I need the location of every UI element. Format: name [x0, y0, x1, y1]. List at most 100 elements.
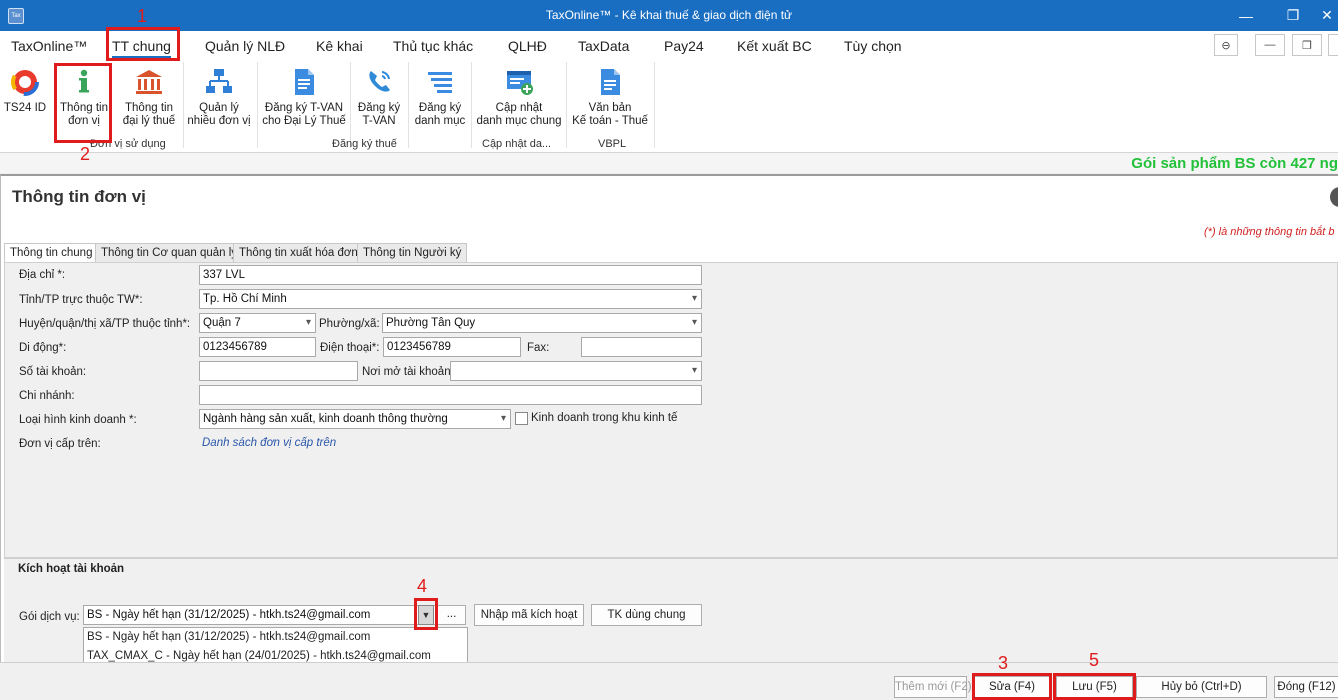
menu-tt-chung[interactable]: TT chung: [112, 38, 171, 58]
province-label: Tỉnh/TP trực thuộc TW*:: [19, 294, 143, 306]
page-title: Thông tin đơn vị: [12, 187, 146, 206]
business-type-select[interactable]: Ngành hàng sản xuất, kinh doanh thông th…: [199, 409, 511, 429]
enter-activation-code-button[interactable]: Nhập mã kích hoạt: [474, 604, 584, 626]
mdi-minimize-button[interactable]: —: [1255, 34, 1285, 56]
district-label: Huyện/quận/thị xã/TP thuộc tỉnh*:: [19, 318, 191, 330]
collapse-ribbon-button[interactable]: ⊖: [1214, 34, 1238, 56]
fax-label: Fax:: [527, 342, 550, 354]
legal-doc-icon: [595, 67, 625, 97]
org-chart-icon: [204, 67, 234, 97]
menu-bar: TaxOnline™ TT chung Quản lý NLĐ Kê khai …: [0, 31, 1338, 59]
service-select[interactable]: BS - Ngày hết hạn (31/12/2025) - htkh.ts…: [83, 605, 436, 625]
address-label: Địa chỉ *:: [19, 269, 66, 281]
ribbon: TS24 ID Thông tin đơn vị Thông tin đại l…: [0, 59, 1338, 153]
minimize-window-button[interactable]: —: [1223, 0, 1269, 31]
tab-co-quan-quan-ly[interactable]: Thông tin Cơ quan quản lý: [95, 243, 244, 263]
required-note: (*) là những thông tin bắt b: [1204, 226, 1335, 238]
bank-label: Nơi mở tài khoản:: [362, 366, 454, 378]
ellipsis-button[interactable]: ...: [437, 605, 466, 625]
thong-tin-don-vi-button[interactable]: Thông tin đơn vị: [57, 59, 111, 128]
cancel-button[interactable]: Hủy bỏ (Ctrl+D): [1136, 676, 1267, 698]
fax-field[interactable]: [581, 337, 702, 357]
save-button[interactable]: Lưu (F5): [1056, 676, 1133, 698]
economic-zone-checkbox[interactable]: [515, 412, 528, 425]
cap-nhat-danh-muc-chung-button[interactable]: Cập nhật danh mục chung: [476, 59, 562, 128]
tab-xuat-hoa-don[interactable]: Thông tin xuất hóa đơn: [233, 243, 364, 263]
promo-text: Gói sản phẩm BS còn 427 ng: [1131, 155, 1338, 172]
mobile-label: Di động*:: [19, 342, 67, 354]
ribbon-separator: [471, 62, 472, 148]
parent-unit-link[interactable]: Danh sách đơn vị cấp trên: [202, 437, 336, 449]
document-icon: [289, 67, 319, 97]
annotation-number: 1: [137, 6, 148, 26]
close-button[interactable]: Đóng (F12): [1274, 676, 1338, 698]
province-select[interactable]: Tp. Hồ Chí Minh: [199, 289, 702, 309]
service-option[interactable]: TAX_CMAX_C - Ngày hết hạn (24/01/2025) -…: [87, 650, 431, 662]
dang-ky-tvan-button[interactable]: Đăng ký T-VAN: [354, 59, 404, 128]
quan-ly-nhieu-don-vi-button[interactable]: Quản lý nhiều đơn vị: [186, 59, 252, 128]
account-no-label: Số tài khoản:: [19, 366, 87, 378]
menu-ket-xuat-bc[interactable]: Kết xuất BC: [737, 38, 812, 54]
ribbon-label: Đăng ký T-VAN: [357, 102, 401, 127]
ribbon-separator: [654, 62, 655, 148]
ribbon-group-label: Đơn vị sử dụng: [90, 138, 166, 150]
mdi-close-button[interactable]: [1328, 34, 1338, 56]
ribbon-separator: [350, 62, 351, 148]
economic-zone-label: Kinh doanh trong khu kinh tế: [531, 412, 678, 424]
ward-select[interactable]: Phường Tân Quy: [382, 313, 702, 333]
annotation-number: 2: [80, 144, 91, 164]
dang-ky-danh-muc-button[interactable]: Đăng ký danh mục: [413, 59, 467, 128]
account-no-field[interactable]: [199, 361, 358, 381]
menu-taxdata[interactable]: TaxData: [578, 38, 629, 54]
annotation-number: 4: [417, 576, 428, 596]
menu-ke-khai[interactable]: Kê khai: [316, 38, 363, 54]
bank-select[interactable]: [450, 361, 702, 381]
shared-account-button[interactable]: TK dùng chung: [591, 604, 702, 626]
ts24-id-button[interactable]: TS24 ID: [2, 59, 48, 115]
address-field[interactable]: 337 LVL: [199, 265, 702, 285]
ribbon-label: Thông tin đại lý thuế: [122, 102, 176, 127]
business-type-label: Loại hình kinh doanh *:: [19, 414, 137, 426]
update-catalog-icon: [504, 67, 534, 97]
parent-unit-label: Đơn vị cấp trên:: [19, 438, 101, 450]
menu-pay24[interactable]: Pay24: [664, 38, 704, 54]
add-new-button[interactable]: Thêm mới (F2): [894, 676, 972, 698]
close-window-button[interactable]: ✕: [1316, 0, 1338, 31]
window-title: TaxOnline™ - Kê khai thuế & giao dịch đi…: [545, 8, 793, 22]
phone-icon: [364, 67, 394, 97]
dang-ky-tvan-dai-ly-button[interactable]: Đăng ký T-VAN cho Đại Lý Thuế: [262, 59, 346, 128]
phone-label: Điện thoại*:: [320, 342, 380, 354]
district-select[interactable]: Quận 7: [199, 313, 316, 333]
ribbon-label: Văn bản Kế toán - Thuế: [572, 102, 648, 127]
ribbon-separator: [566, 62, 567, 148]
ribbon-group-label: Cập nhật da...: [482, 138, 552, 150]
menu-thu-tuc-khac[interactable]: Thủ tục khác: [393, 38, 473, 54]
phone-field[interactable]: 0123456789: [383, 337, 521, 357]
chevron-down-icon[interactable]: ▼: [418, 605, 434, 625]
mdi-restore-button[interactable]: ❐: [1292, 34, 1322, 56]
branch-field[interactable]: [199, 385, 702, 405]
ribbon-label: Cập nhật danh mục chung: [476, 102, 562, 127]
menu-tuy-chon[interactable]: Tùy chọn: [844, 38, 902, 54]
title-bar: Tax TaxOnline™ - Kê khai thuế & giao dịc…: [0, 0, 1338, 31]
mobile-field[interactable]: 0123456789: [199, 337, 316, 357]
menu-quan-ly-nld[interactable]: Quản lý NLĐ: [205, 38, 285, 54]
tab-nguoi-ky[interactable]: Thông tin Người ký: [357, 243, 468, 263]
menu-qlhd[interactable]: QLHĐ: [508, 38, 547, 54]
ribbon-separator: [183, 62, 184, 148]
van-ban-ke-toan-thue-button[interactable]: Văn bản Kế toán - Thuế: [570, 59, 650, 128]
menu-taxonline[interactable]: TaxOnline™: [11, 38, 87, 54]
annotation-number: 5: [1089, 650, 1100, 670]
thong-tin-dai-ly-thue-button[interactable]: Thông tin đại lý thuế: [118, 59, 180, 128]
activation-title: Kích hoạt tài khoản: [18, 563, 125, 575]
ward-label: Phường/xã:: [319, 318, 380, 330]
service-option[interactable]: BS - Ngày hết hạn (31/12/2025) - htkh.ts…: [87, 631, 370, 643]
restore-window-button[interactable]: ❐: [1270, 0, 1316, 31]
ts24-logo-icon: [10, 67, 40, 97]
ribbon-label: Đăng ký danh mục: [414, 102, 466, 127]
branch-label: Chi nhánh:: [19, 390, 75, 402]
edit-button[interactable]: Sửa (F4): [974, 676, 1050, 698]
ribbon-group-label: VBPL: [598, 138, 627, 150]
bank-building-icon: [134, 67, 164, 97]
tab-thong-tin-chung[interactable]: Thông tin chung: [4, 243, 99, 264]
